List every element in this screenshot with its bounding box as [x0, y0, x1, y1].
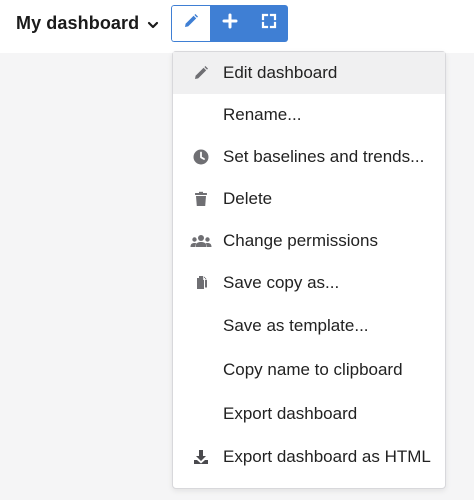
clock-icon	[192, 148, 210, 166]
menu-item-export-html[interactable]: Export dashboard as HTML	[173, 436, 445, 478]
menu-item-save-copy[interactable]: Save copy as...	[173, 262, 445, 304]
menu-item-copy-name[interactable]: Copy name to clipboard	[173, 349, 445, 391]
toolbar-button-group	[171, 5, 288, 42]
menu-item-export-dashboard[interactable]: Export dashboard	[173, 393, 445, 435]
chevron-down-icon	[147, 18, 159, 30]
fullscreen-button[interactable]	[249, 5, 288, 42]
menu-item-rename[interactable]: Rename...	[173, 94, 445, 136]
menu-item-label: Save as template...	[223, 316, 369, 335]
pencil-icon	[183, 13, 199, 34]
menu-item-label: Save copy as...	[223, 273, 340, 292]
menu-item-change-permissions[interactable]: Change permissions	[173, 220, 445, 262]
expand-icon	[261, 13, 277, 34]
menu-item-label: Delete	[223, 189, 273, 208]
copy-icon	[192, 274, 210, 292]
add-widget-button[interactable]	[210, 5, 249, 42]
menu-item-label: Export dashboard as HTML	[223, 447, 431, 466]
menu-item-set-baselines[interactable]: Set baselines and trends...	[173, 136, 445, 178]
edit-button[interactable]	[171, 5, 210, 42]
dashboard-selector[interactable]: My dashboard	[16, 12, 159, 34]
menu-item-save-template[interactable]: Save as template...	[173, 305, 445, 347]
plus-icon	[222, 13, 238, 34]
menu-item-label: Change permissions	[223, 231, 378, 250]
top-bar: My dashboard	[0, 0, 474, 53]
download-icon	[192, 448, 210, 466]
menu-item-delete[interactable]: Delete	[173, 178, 445, 220]
menu-item-edit-dashboard[interactable]: Edit dashboard	[173, 52, 445, 94]
menu-item-label: Copy name to clipboard	[223, 360, 403, 379]
pencil-icon	[192, 64, 210, 82]
menu-item-label: Set baselines and trends...	[223, 147, 425, 166]
dashboard-actions-menu: Edit dashboard Rename... Set baselines a…	[172, 51, 446, 489]
trash-icon	[192, 190, 210, 208]
menu-item-label: Edit dashboard	[223, 63, 338, 82]
dashboard-title: My dashboard	[16, 12, 140, 33]
menu-item-label: Rename...	[223, 105, 302, 124]
menu-item-label: Export dashboard	[223, 404, 358, 423]
users-icon	[190, 232, 212, 250]
